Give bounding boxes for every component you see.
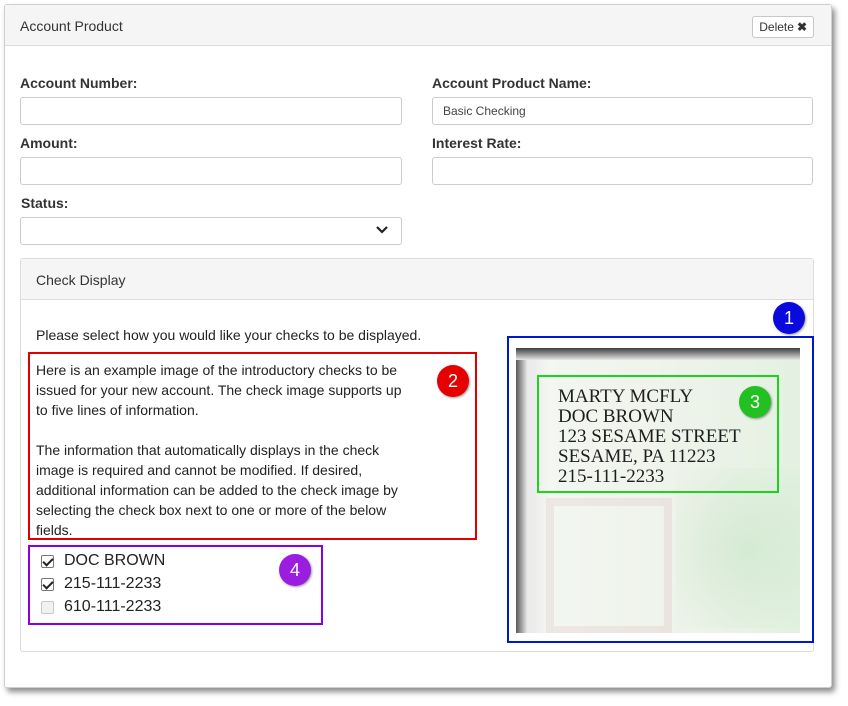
amount-label: Amount: [20,135,78,151]
account-number-label: Account Number: [20,75,138,91]
status-select[interactable] [20,217,402,245]
callout-box-options [28,545,323,625]
interest-rate-input[interactable] [432,157,813,185]
check-display-instruction: Please select how you would like your ch… [36,327,422,343]
panel-header: Account Product Delete ✖ [5,5,831,46]
callout-badge-4: 4 [279,554,311,586]
amount-input[interactable] [20,157,402,185]
check-display-header: Check Display [21,259,813,300]
callout-box-paragraph [28,352,477,540]
panel-title: Account Product [20,18,123,34]
check-display-title: Check Display [36,272,126,288]
delete-label: Delete [759,20,794,34]
account-product-name-input[interactable]: Basic Checking [432,97,813,125]
callout-badge-3: 3 [739,386,771,418]
close-icon: ✖ [796,20,807,34]
account-product-name-label: Account Product Name: [432,75,592,91]
callout-badge-2: 2 [437,365,469,397]
account-number-input[interactable] [20,97,402,125]
chevron-down-icon [376,226,388,234]
status-label: Status: [21,195,69,211]
callout-badge-1: 1 [773,302,805,334]
interest-rate-label: Interest Rate: [432,135,522,151]
delete-button[interactable]: Delete ✖ [752,16,814,38]
